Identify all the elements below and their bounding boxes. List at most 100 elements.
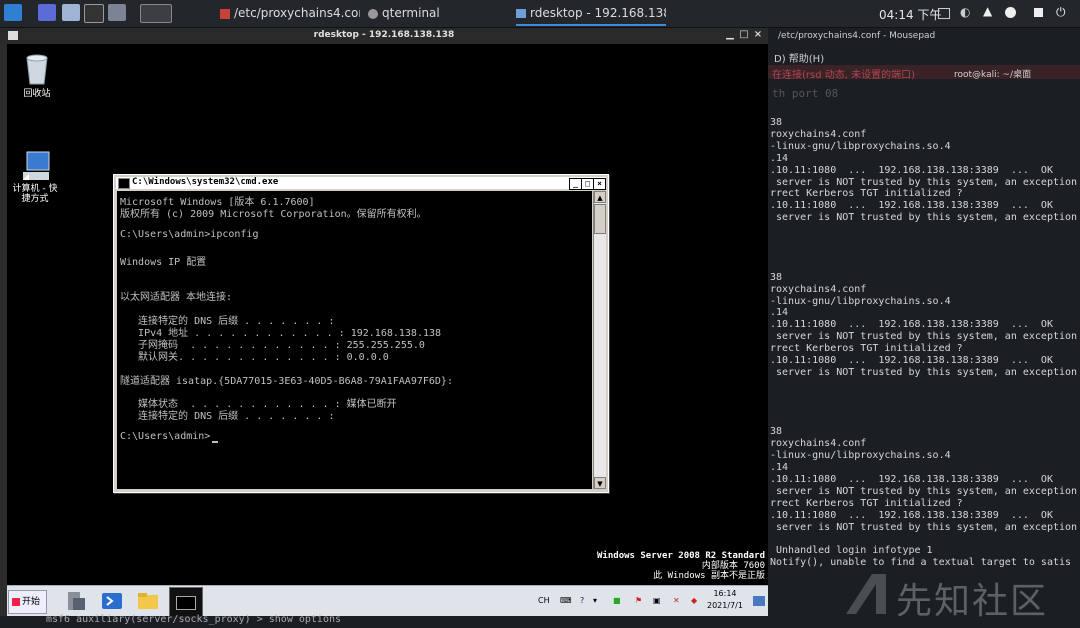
volume-icon[interactable]: ◐ — [960, 5, 970, 19]
console-line: 以太网适配器 本地连接: — [120, 292, 233, 304]
console-line: 版权所有 (c) 2009 Microsoft Corporation。保留所有… — [120, 208, 427, 220]
file-manager-icon[interactable] — [62, 4, 80, 21]
screenshot-icon[interactable] — [108, 4, 126, 21]
cmd-taskbar-button[interactable] — [169, 587, 203, 617]
terminal-line: .10.11:1080 ... 192.168.138.138:3389 ...… — [770, 474, 1053, 485]
terminal-icon[interactable] — [84, 4, 104, 23]
language-indicator[interactable]: CH — [538, 596, 550, 605]
rdesktop-task-icon — [516, 9, 526, 18]
server-manager-icon[interactable] — [63, 589, 89, 613]
start-label: 开始 — [22, 597, 41, 607]
windows-taskbar: 开始 CH ⌨ ? ▾ ■ ⚑ ▣ ✕ ◆ 16:14 2021/7/1 — [7, 585, 768, 617]
scroll-down-arrow-icon[interactable]: ▼ — [594, 477, 606, 489]
mousepad-title: /etc/proxychains4.conf - Mousepad — [778, 31, 936, 41]
power-icon[interactable]: ⏻ — [1056, 5, 1066, 20]
rdesktop-window: rdesktop - 192.168.138.138 ▁ □ × 回收站 计算机… — [0, 28, 768, 617]
notification-bell-icon[interactable]: ▲ — [983, 4, 992, 18]
start-button[interactable]: 开始 — [8, 590, 47, 614]
workspace-switcher-icon[interactable] — [140, 4, 172, 23]
clock-time: 16:14 — [713, 589, 737, 598]
cmd-titlebar[interactable]: C:\Windows\system32\cmd.exe _ □ × — [116, 177, 606, 190]
explorer-folder-icon[interactable] — [135, 589, 161, 613]
recycle-bin-icon — [23, 52, 51, 86]
rdesktop-titlebar[interactable]: rdesktop - 192.168.138.138 ▁ □ × — [0, 28, 768, 44]
cmd-console[interactable]: Microsoft Windows [版本 6.1.7600] 版权所有 (c) … — [117, 191, 592, 489]
task-mousepad[interactable]: /etc/proxychains4.conf - ... — [220, 3, 360, 24]
terminal-line: server is NOT trusted by this system, an… — [770, 212, 1078, 224]
watermark-line3: 此 Windows 副本不是正版 — [653, 571, 765, 581]
remote-desktop[interactable]: 回收站 计算机 - 快 捷方式 C:\Windows\system32\cmd.… — [7, 44, 768, 585]
terminal-line: server is NOT trusted by this system, an… — [770, 331, 1078, 343]
computer-shortcut[interactable]: 计算机 - 快 捷方式 — [7, 130, 65, 204]
close-button[interactable]: × — [752, 29, 764, 41]
terminal-line: roxychains4.conf — [770, 128, 867, 140]
terminal-bottom-line: msf6 auxiliary(server/socks_proxy) > sho… — [0, 614, 768, 628]
cmd-close-button[interactable]: × — [593, 178, 606, 190]
windows-logo-icon — [12, 597, 20, 606]
task-qterminal[interactable]: qterminal — [368, 3, 488, 24]
lock-icon[interactable] — [1034, 8, 1043, 17]
terminal-line: roxychains4.conf — [770, 438, 867, 450]
network-tray-icon[interactable]: ▣ — [653, 596, 661, 605]
minimize-button[interactable]: ▁ — [724, 29, 736, 41]
windows-clock[interactable]: 16:14 2021/7/1 — [707, 588, 743, 612]
terminal-dim-line: th port 08 — [772, 87, 839, 100]
terminal-line: -linux-gnu/libproxychains.so.4 — [770, 140, 951, 152]
xianzhi-logo-text: 先知社区 — [896, 581, 1049, 622]
keyboard-icon[interactable]: ⌨ — [560, 596, 572, 605]
help-icon[interactable]: ? — [580, 596, 584, 605]
task-rdesktop[interactable]: rdesktop - 192.168.138.1... — [516, 3, 666, 26]
task-label: /etc/proxychains4.conf - ... — [234, 6, 360, 20]
kali-menu-icon[interactable] — [4, 4, 22, 21]
rdesktop-title: rdesktop - 192.168.138.138 — [313, 30, 455, 40]
scroll-up-arrow-icon[interactable]: ▲ — [594, 191, 606, 203]
scroll-thumb[interactable] — [594, 204, 606, 234]
task-label: rdesktop - 192.168.138.1... — [530, 6, 666, 20]
terminal-line: .10.11:1080 ... 192.168.138.138:3389 ...… — [770, 355, 1053, 366]
display-icon[interactable] — [938, 8, 950, 19]
console-line: 隧道适配器 isatap.{5DA77015-3E63-40D5-B6A8-79… — [120, 375, 453, 387]
text-cursor — [212, 441, 218, 443]
cmd-title: C:\Windows\system32\cmd.exe — [132, 177, 279, 187]
powershell-icon[interactable] — [99, 589, 125, 613]
terminal-line: rrect Kerberos TGT initialized ? — [770, 188, 963, 200]
flag-icon[interactable]: ⚑ — [635, 596, 642, 605]
task-label: qterminal — [382, 6, 440, 20]
show-desktop-button[interactable] — [753, 596, 765, 606]
cmd-window[interactable]: C:\Windows\system32\cmd.exe _ □ × Micros… — [113, 174, 609, 493]
maximize-button[interactable]: □ — [738, 29, 750, 41]
qterminal-title: root@kali: ~/桌面 — [954, 70, 1032, 80]
terminal-line: rrect Kerberos TGT initialized ? — [770, 343, 963, 355]
computer-icon — [21, 140, 50, 180]
cmd-scrollbar[interactable]: ▲ ▼ — [593, 191, 606, 489]
terminal-line: server is NOT trusted by this system, an… — [770, 485, 1078, 497]
terminal-line: 38 — [770, 117, 783, 128]
terminal-line: .14 — [770, 307, 789, 319]
volume-muted-icon[interactable]: ✕ — [673, 596, 680, 605]
cmd-app-icon — [118, 178, 130, 189]
xianzhi-logo-icon — [846, 574, 886, 614]
console-line: C:\Users\admin> — [120, 431, 211, 442]
recycle-bin[interactable]: 回收站 — [7, 52, 67, 99]
terminal-line: 38 — [770, 271, 783, 283]
terminal-line: Unhandled login infotype 1 — [770, 545, 933, 557]
clock-date: 2021/7/1 — [707, 601, 743, 610]
tray-expand-icon[interactable]: ▾ — [593, 596, 597, 605]
terminal-line: .14 — [770, 462, 789, 474]
mousepad-menu[interactable]: D) 帮助(H) — [774, 50, 824, 65]
terminal-line: 38 — [770, 426, 783, 438]
watermark-line1: Windows Server 2008 R2 Standard — [597, 551, 765, 561]
security-icon[interactable]: ◆ — [691, 596, 697, 605]
kali-top-panel: /etc/proxychains4.conf - ... qterminal r… — [0, 0, 1080, 28]
action-center-icon[interactable]: ■ — [613, 596, 621, 605]
panel-clock[interactable]: 04:14 下午 — [879, 6, 941, 23]
show-desktop-icon[interactable] — [38, 4, 56, 21]
qterminal-task-icon — [368, 8, 378, 19]
console-line: 连接特定的 DNS 后缀 . . . . . . . : — [120, 411, 335, 423]
terminal-line: -linux-gnu/libproxychains.so.4 — [770, 295, 951, 307]
cmd-taskbar-icon — [176, 596, 196, 610]
terminal-line: .10.11:1080 ... 192.168.138.138:3389 ...… — [770, 164, 1053, 176]
network-icon[interactable] — [1005, 7, 1016, 18]
computer-shortcut-label: 计算机 - 快 捷方式 — [12, 184, 58, 204]
terminal-line: server is NOT trusted by this system, an… — [770, 366, 1078, 378]
